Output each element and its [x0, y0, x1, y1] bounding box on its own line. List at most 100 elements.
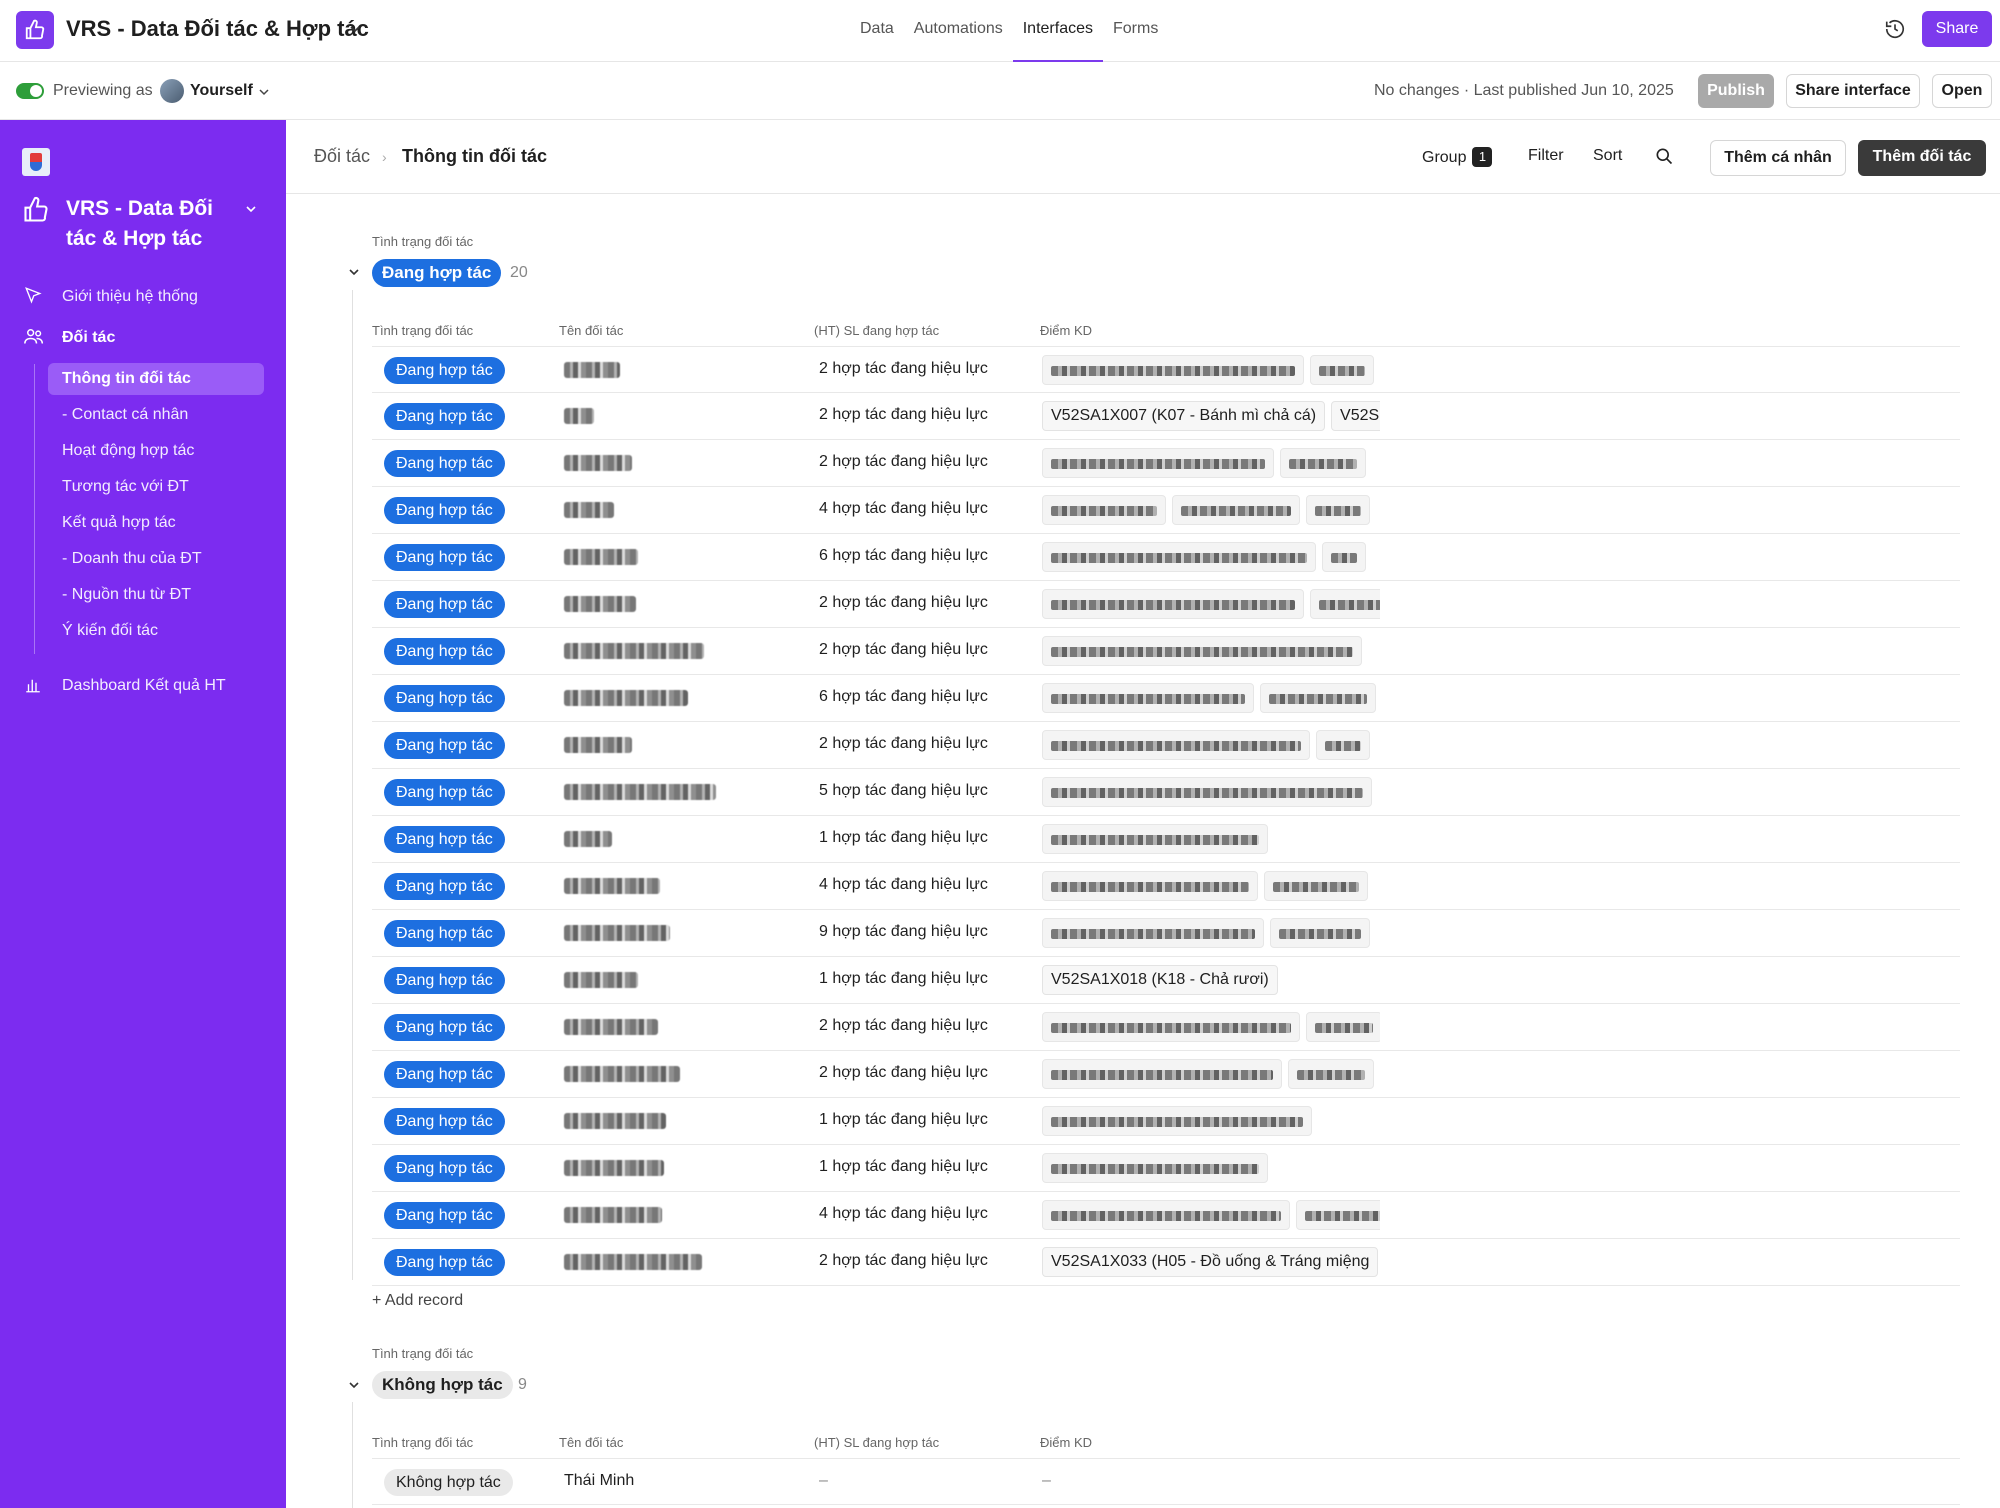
sidebar-item-contact-ca-nhan[interactable]: - Contact cá nhân — [48, 399, 264, 431]
kd-chip-redacted[interactable] — [1042, 542, 1316, 572]
kd-chip-redacted[interactable] — [1042, 683, 1254, 713]
table-row[interactable]: Đang hợp tác 4 hợp tác đang hiệu lực — [372, 863, 1960, 910]
sort-button[interactable]: Sort — [1593, 147, 1622, 165]
kd-chip-redacted[interactable] — [1042, 824, 1268, 854]
kd-chip-redacted[interactable] — [1042, 448, 1274, 478]
column-header-name[interactable]: Tên đối tác — [559, 323, 623, 338]
sidebar-item-y-kien[interactable]: Ý kiến đối tác — [48, 615, 264, 647]
column-header-name[interactable]: Tên đối tác — [559, 1435, 623, 1450]
table-row[interactable]: Đang hợp tác 6 hợp tác đang hiệu lực — [372, 534, 1960, 581]
sidebar-item-hoat-dong-hop-tac[interactable]: Hoạt động hợp tác — [48, 435, 264, 467]
sidebar-item-doi-tac[interactable]: Đối tác — [48, 322, 264, 354]
group-label-active[interactable]: Đang hợp tác — [372, 259, 502, 287]
table-row[interactable]: Đang hợp tác 2 hợp tác đang hiệu lực — [372, 1051, 1960, 1098]
kd-chip-redacted[interactable] — [1042, 1059, 1282, 1089]
table-row[interactable]: Đang hợp tác 2 hợp tác đang hiệu lực — [372, 440, 1960, 487]
column-header-count[interactable]: (HT) SL đang hợp tác — [814, 323, 939, 338]
add-record-button[interactable]: + Add record — [372, 1292, 463, 1310]
table-row[interactable]: Đang hợp tác 1 hợp tác đang hiệu lực — [372, 1145, 1960, 1192]
preview-user-select[interactable]: Yourself — [190, 82, 253, 100]
add-partner-button[interactable]: Thêm đối tác — [1858, 140, 1986, 176]
kd-chip-redacted[interactable] — [1042, 871, 1258, 901]
table-row[interactable]: Đang hợp tác 2 hợp tác đang hiệu lực — [372, 346, 1960, 393]
kd-chip-redacted[interactable] — [1322, 542, 1366, 572]
kd-chip-redacted[interactable] — [1310, 589, 1380, 619]
sidebar-item-gioi-thieu[interactable]: Giới thiệu hệ thống — [48, 281, 264, 313]
sidebar-item-ket-qua-hop-tac[interactable]: Kết quả hợp tác — [48, 507, 264, 539]
kd-chip-redacted[interactable] — [1316, 730, 1370, 760]
table-row[interactable]: Đang hợp tác 9 hợp tác đang hiệu lực — [372, 910, 1960, 957]
kd-chip-redacted[interactable] — [1042, 589, 1304, 619]
column-header-kd[interactable]: Điểm KD — [1040, 1435, 1092, 1450]
nav-data[interactable]: Data — [850, 0, 904, 62]
kd-chip-redacted[interactable] — [1310, 355, 1374, 385]
kd-chip-redacted[interactable] — [1042, 730, 1310, 760]
kd-chip-redacted[interactable] — [1306, 1012, 1380, 1042]
nav-automations[interactable]: Automations — [904, 0, 1013, 62]
kd-chip-redacted[interactable] — [1306, 495, 1370, 525]
kd-chip-redacted[interactable] — [1042, 1153, 1268, 1183]
kd-chip-redacted[interactable] — [1296, 1200, 1380, 1230]
kd-chip-redacted[interactable] — [1042, 1106, 1312, 1136]
sidebar-item-doanh-thu[interactable]: - Doanh thu của ĐT — [48, 543, 264, 575]
kd-chip-redacted[interactable] — [1288, 1059, 1374, 1089]
filter-button[interactable]: Filter — [1528, 147, 1564, 165]
search-icon[interactable] — [1654, 146, 1674, 166]
open-button[interactable]: Open — [1932, 74, 1992, 108]
kd-chip-redacted[interactable] — [1042, 1012, 1300, 1042]
group-button[interactable]: Group 1 — [1422, 147, 1493, 167]
column-header-kd[interactable]: Điểm KD — [1040, 323, 1092, 338]
kd-chip[interactable]: V52SA1X007 (K07 - Bánh mì chả cá) — [1042, 401, 1326, 431]
kd-chip-redacted[interactable] — [1042, 918, 1264, 948]
app-title[interactable]: VRS - Data Đối tác & Hợp tác — [66, 16, 369, 42]
column-header-count[interactable]: (HT) SL đang hợp tác — [814, 1435, 939, 1450]
publish-button[interactable]: Publish — [1698, 74, 1774, 108]
chevron-down-icon[interactable] — [348, 266, 360, 278]
kd-chip[interactable]: V52S — [1331, 401, 1380, 431]
thumbs-up-icon[interactable] — [16, 11, 54, 49]
sidebar-title[interactable]: VRS - Data Đối tác & Hợp tác — [66, 194, 236, 254]
table-row[interactable]: Đang hợp tác 2 hợp tác đang hiệu lực — [372, 581, 1960, 628]
chevron-down-icon[interactable] — [348, 1379, 360, 1391]
history-icon[interactable] — [1884, 18, 1906, 40]
table-row[interactable]: Đang hợp tác 2 hợp tác đang hiệu lực V52SA… — [372, 393, 1960, 440]
kd-chip-redacted[interactable] — [1172, 495, 1300, 525]
nav-interfaces[interactable]: Interfaces — [1012, 0, 1103, 62]
table-row[interactable]: Đang hợp tác 6 hợp tác đang hiệu lực — [372, 675, 1960, 722]
sidebar-item-dashboard[interactable]: Dashboard Kết quả HT — [48, 670, 264, 702]
kd-chip-redacted[interactable] — [1280, 448, 1366, 478]
kd-chip-redacted[interactable] — [1042, 1200, 1290, 1230]
preview-toggle[interactable] — [16, 83, 44, 99]
kd-chip-redacted[interactable] — [1042, 777, 1372, 807]
table-row[interactable]: Đang hợp tác 2 hợp tác đang hiệu lực — [372, 628, 1960, 675]
table-row[interactable]: Đang hợp tác 2 hợp tác đang hiệu lực — [372, 722, 1960, 769]
column-header-status[interactable]: Tình trạng đối tác — [372, 1435, 473, 1450]
share-button[interactable]: Share — [1922, 11, 1992, 47]
chevron-down-icon[interactable] — [244, 202, 258, 216]
sidebar-item-thong-tin-doi-tac[interactable]: Thông tin đối tác — [48, 363, 264, 395]
table-row[interactable]: Đang hợp tác 5 hợp tác đang hiệu lực — [372, 769, 1960, 816]
column-header-status[interactable]: Tình trạng đối tác — [372, 323, 473, 338]
table-row[interactable]: Đang hợp tác 1 hợp tác đang hiệu lực — [372, 1098, 1960, 1145]
kd-chip-redacted[interactable] — [1042, 495, 1166, 525]
nav-forms[interactable]: Forms — [1103, 0, 1168, 62]
chevron-down-icon[interactable] — [348, 22, 362, 36]
kd-chip-redacted[interactable] — [1270, 918, 1370, 948]
sidebar-item-tuong-tac[interactable]: Tương tác với ĐT — [48, 471, 264, 503]
sidebar-item-nguon-thu[interactable]: - Nguồn thu từ ĐT — [48, 579, 264, 611]
group-label-inactive[interactable]: Không hợp tác — [372, 1371, 513, 1399]
breadcrumb-parent[interactable]: Đối tác — [314, 146, 370, 167]
add-person-button[interactable]: Thêm cá nhân — [1710, 140, 1846, 176]
share-interface-button[interactable]: Share interface — [1786, 74, 1920, 108]
table-row[interactable]: Đang hợp tác 4 hợp tác đang hiệu lực — [372, 1192, 1960, 1239]
kd-chip-redacted[interactable] — [1260, 683, 1376, 713]
table-row[interactable]: Đang hợp tác 4 hợp tác đang hiệu lực — [372, 487, 1960, 534]
kd-chip-redacted[interactable] — [1042, 355, 1304, 385]
table-row[interactable]: Đang hợp tác 2 hợp tác đang hiệu lực — [372, 1004, 1960, 1051]
kd-chip-redacted[interactable] — [1264, 871, 1368, 901]
kd-chip[interactable]: V52SA1X018 (K18 - Chả rươi) — [1042, 965, 1278, 995]
table-row[interactable]: Đang hợp tác 1 hợp tác đang hiệu lực V52SA… — [372, 957, 1960, 1004]
table-row[interactable]: Đang hợp tác 2 hợp tác đang hiệu lực V52SA… — [372, 1239, 1960, 1286]
chevron-down-icon[interactable] — [258, 86, 270, 98]
table-row[interactable]: Đang hợp tác 1 hợp tác đang hiệu lực — [372, 816, 1960, 863]
